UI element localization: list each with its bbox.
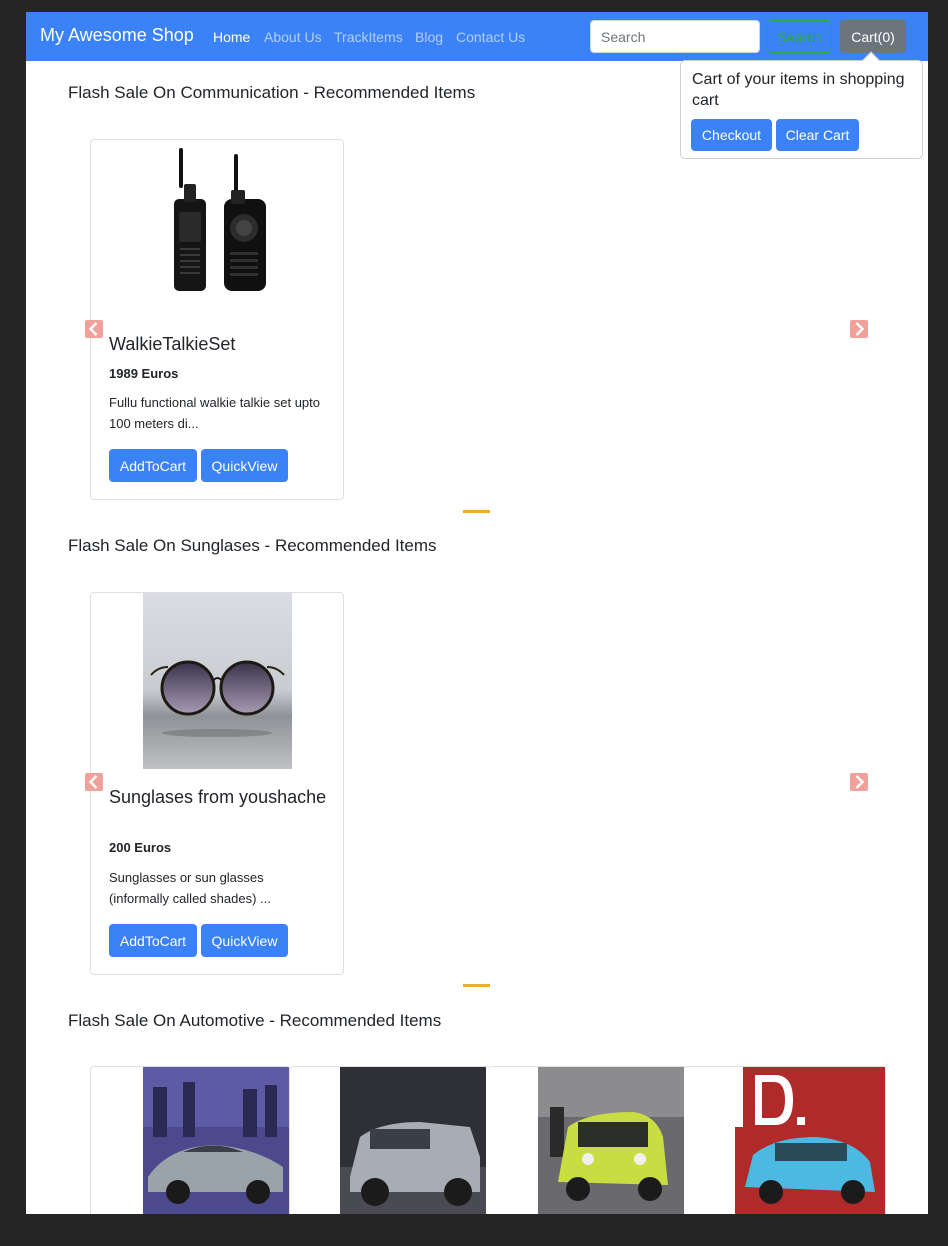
product-card-car-2 [290,1066,490,1214]
section-title-communication: Flash Sale On Communication - Recommende… [68,83,476,102]
product-price: 1989 Euros [109,366,179,381]
section-title-automotive: Flash Sale On Automotive - Recommended I… [68,1011,442,1030]
section-title-sunglasses: Flash Sale On Sunglases - Recommended It… [68,536,437,555]
carousel-next-arrow-icon[interactable] [850,773,868,791]
quick-view-button[interactable]: QuickView [201,924,288,957]
page: My Awesome Shop Home About Us TrackItems… [26,12,928,1214]
popover-title: Cart of your items in shopping cart [692,71,905,109]
product-image-sunglasses[interactable] [143,593,292,769]
carousel-prev-arrow-icon[interactable] [85,320,103,338]
product-image-car-2[interactable] [340,1067,486,1214]
product-title[interactable]: WalkieTalkieSet [109,334,329,355]
walkie-talkie-image [164,144,274,294]
carousel-next-arrow-icon[interactable] [850,320,868,338]
carousel-indicator[interactable] [463,510,490,513]
pickup-truck-image [340,1067,486,1214]
product-image-car-1[interactable] [143,1067,289,1214]
nav-link-home[interactable]: Home [213,29,250,45]
cart-popover: Cart of your items in shopping cart Chec… [680,51,923,159]
product-card-car-1 [90,1066,290,1214]
checkout-button[interactable]: Checkout [691,119,772,151]
search-input[interactable] [590,20,760,53]
product-title[interactable]: Sunglases from youshache [109,787,329,808]
sports-car-image [143,1067,289,1214]
city-car-image [538,1067,684,1214]
carousel-indicator[interactable] [463,984,490,987]
product-card-car-3 [488,1066,688,1214]
nav-link-about-us[interactable]: About Us [264,29,322,45]
nav-link-contact-us[interactable]: Contact Us [456,29,525,45]
clear-cart-button[interactable]: Clear Cart [776,119,859,151]
add-to-cart-button[interactable]: AddToCart [109,924,197,957]
sunglasses-image [143,593,292,769]
cart-button[interactable]: Cart(0) [840,20,906,53]
product-image-car-4[interactable] [735,1067,885,1214]
product-card-car-4 [684,1066,886,1214]
product-card-sunglasses: Sunglases from youshache 200 Euros Sungl… [90,592,344,975]
add-to-cart-button[interactable]: AddToCart [109,449,197,482]
navbar: My Awesome Shop Home About Us TrackItems… [26,12,928,61]
product-price: 200 Euros [109,840,172,855]
brand-logo[interactable]: My Awesome Shop [40,25,194,46]
carousel-prev-arrow-icon[interactable] [85,773,103,791]
electric-car-image [735,1067,885,1214]
search-button[interactable]: Search [767,20,832,53]
product-description: Sunglasses or sun glasses (informally ca… [109,870,271,906]
nav-link-track-items[interactable]: TrackItems [334,29,403,45]
quick-view-button[interactable]: QuickView [201,449,288,482]
product-image-car-3[interactable] [538,1067,684,1214]
product-description: Fullu functional walkie talkie set upto … [109,395,321,431]
product-image-walkie-talkie[interactable] [164,144,274,294]
nav-link-blog[interactable]: Blog [415,29,443,45]
product-card-walkie-talkie: WalkieTalkieSet 1989 Euros Fullu functio… [90,139,344,500]
